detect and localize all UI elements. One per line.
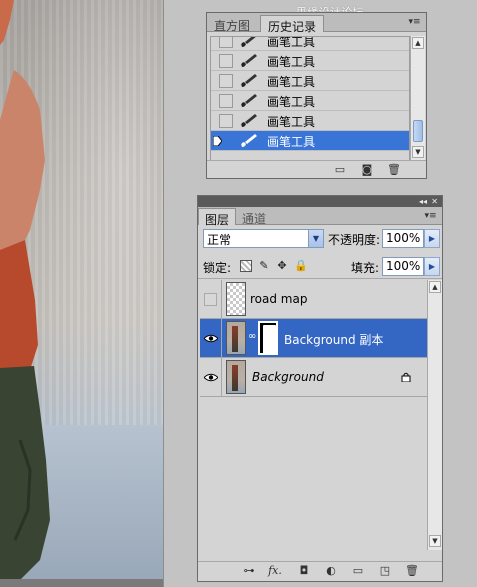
visibility-toggle[interactable] (200, 319, 222, 357)
history-source-checkbox[interactable] (219, 37, 233, 48)
brush-icon (241, 134, 257, 147)
brush-icon (241, 54, 257, 67)
brush-icon (241, 37, 256, 47)
visibility-toggle[interactable] (200, 280, 222, 318)
scroll-up-icon[interactable]: ▲ (412, 37, 424, 49)
scroll-down-icon[interactable]: ▼ (412, 146, 424, 158)
history-footer: ▭ ◙ 🗑 (207, 160, 426, 178)
layers-panel: ◂◂ ✕ 图层 通道 ▾≡ 正常 ▼ 不透明度: 100% ▶ 锁定: ✎ ✥ … (197, 195, 443, 582)
history-source-checkbox[interactable] (219, 114, 233, 128)
delete-layer-icon[interactable]: 🗑 (405, 564, 419, 577)
adjustment-layer-icon[interactable]: ◐ (324, 564, 338, 577)
document-canvas[interactable] (0, 0, 163, 587)
brush-icon (241, 94, 257, 107)
layer-style-icon[interactable]: fx. (268, 564, 282, 577)
lock-all-icon[interactable]: 🔒 (294, 260, 308, 272)
lock-transparent-icon[interactable] (240, 260, 252, 272)
layers-list: road map ∞ Background 副本 Background (200, 280, 427, 550)
history-item-label: 画笔工具 (267, 55, 316, 69)
new-snapshot-icon[interactable]: ◙ (360, 163, 374, 176)
tab-layers[interactable]: 图层 (198, 208, 237, 227)
panel-menu-icon[interactable]: ▾≡ (422, 210, 439, 222)
history-panel: 直方图 历史记录 ▾≡ 画笔工具 画笔工具 画笔工具 画笔工具 画笔工具 画笔工… (206, 12, 427, 179)
history-source-checkbox[interactable] (219, 94, 233, 108)
mask-link-icon[interactable]: ∞ (248, 331, 256, 342)
opacity-input[interactable]: 100% (382, 229, 424, 248)
layers-scrollbar[interactable]: ▲ ▼ (427, 280, 442, 550)
eye-icon[interactable] (204, 373, 218, 382)
layer-thumbnail (226, 360, 246, 394)
history-source-checkbox[interactable] (219, 54, 233, 68)
layer-thumbnail (226, 282, 246, 316)
history-state-slider-icon[interactable] (213, 136, 222, 146)
fill-arrow-icon[interactable]: ▶ (424, 257, 440, 276)
layer-name[interactable]: road map (250, 292, 307, 306)
scroll-thumb[interactable] (413, 120, 423, 142)
history-tabbar: 直方图 历史记录 ▾≡ (207, 13, 426, 34)
history-item-label: 画笔工具 (267, 95, 316, 109)
opacity-arrow-icon[interactable]: ▶ (424, 229, 440, 248)
history-source-checkbox[interactable] (219, 74, 233, 88)
history-item[interactable]: 画笔工具 (211, 36, 409, 51)
history-item[interactable]: 画笔工具 (211, 71, 409, 91)
layers-footer: ⊶ fx. ◘ ◐ ▭ ◳ 🗑 (198, 561, 442, 581)
history-list: 画笔工具 画笔工具 画笔工具 画笔工具 画笔工具 画笔工具 (210, 36, 410, 161)
layer-background-copy[interactable]: ∞ Background 副本 (200, 319, 427, 358)
fill-label: 填充: (351, 261, 380, 275)
link-layers-icon[interactable]: ⊶ (242, 564, 256, 577)
blend-mode-value: 正常 (207, 233, 232, 247)
new-group-icon[interactable]: ▭ (351, 564, 365, 577)
add-mask-icon[interactable]: ◘ (297, 564, 311, 577)
history-item[interactable]: 画笔工具 (211, 91, 409, 111)
eye-icon[interactable] (204, 334, 218, 343)
dancer-figure (0, 0, 50, 587)
brush-icon (241, 74, 257, 87)
layer-lock-icon (401, 372, 411, 382)
fill-input[interactable]: 100% (382, 257, 424, 276)
history-item[interactable]: 画笔工具 (211, 51, 409, 71)
layer-road-map[interactable]: road map (200, 280, 427, 319)
history-scrollbar[interactable]: ▲ ▼ (410, 36, 425, 161)
history-item[interactable]: 画笔工具 (211, 111, 409, 131)
opacity-label: 不透明度: (328, 233, 381, 247)
chevron-down-icon[interactable]: ▼ (308, 230, 323, 247)
tab-histogram[interactable]: 直方图 (207, 15, 257, 33)
blend-mode-select[interactable]: 正常 ▼ (203, 229, 324, 248)
new-layer-icon[interactable]: ◳ (378, 564, 392, 577)
history-item-label: 画笔工具 (267, 115, 316, 129)
canvas-scrollbar-area[interactable] (0, 579, 163, 587)
new-document-from-state-icon[interactable]: ▭ (333, 163, 347, 176)
lock-position-icon[interactable]: ✥ (276, 260, 288, 272)
brush-icon (241, 114, 257, 127)
layer-name[interactable]: Background (252, 370, 324, 384)
lock-image-icon[interactable]: ✎ (258, 260, 270, 272)
history-item-label: 画笔工具 (267, 135, 316, 149)
delete-state-icon[interactable]: 🗑 (387, 163, 401, 176)
visibility-toggle[interactable] (200, 358, 222, 396)
visibility-off-box[interactable] (204, 293, 217, 306)
history-item-label: 画笔工具 (267, 75, 316, 89)
close-icon[interactable]: ✕ (431, 196, 438, 207)
canvas-edge (163, 0, 164, 587)
collapse-icon[interactable]: ◂◂ (419, 196, 427, 207)
tab-history[interactable]: 历史记录 (260, 15, 325, 34)
blend-options-row: 正常 ▼ 不透明度: 100% ▶ (198, 225, 442, 252)
panel-menu-icon[interactable]: ▾≡ (406, 16, 423, 28)
lock-row: 锁定: ✎ ✥ 🔒 填充: 100% ▶ (198, 254, 442, 279)
layers-tabbar: 图层 通道 ▾≡ (198, 207, 442, 227)
layer-mask-thumbnail[interactable] (258, 321, 278, 355)
lock-label: 锁定: (203, 261, 232, 275)
scroll-down-icon[interactable]: ▼ (429, 535, 441, 547)
layers-titlebar[interactable]: ◂◂ ✕ (198, 196, 442, 207)
history-item-label: 画笔工具 (267, 36, 316, 49)
layer-thumbnail (226, 321, 246, 355)
tab-channels[interactable]: 通道 (236, 208, 272, 226)
layer-background[interactable]: Background (200, 358, 427, 397)
history-item-selected[interactable]: 画笔工具 (211, 131, 409, 151)
scroll-up-icon[interactable]: ▲ (429, 281, 441, 293)
layer-name[interactable]: Background 副本 (284, 331, 383, 348)
